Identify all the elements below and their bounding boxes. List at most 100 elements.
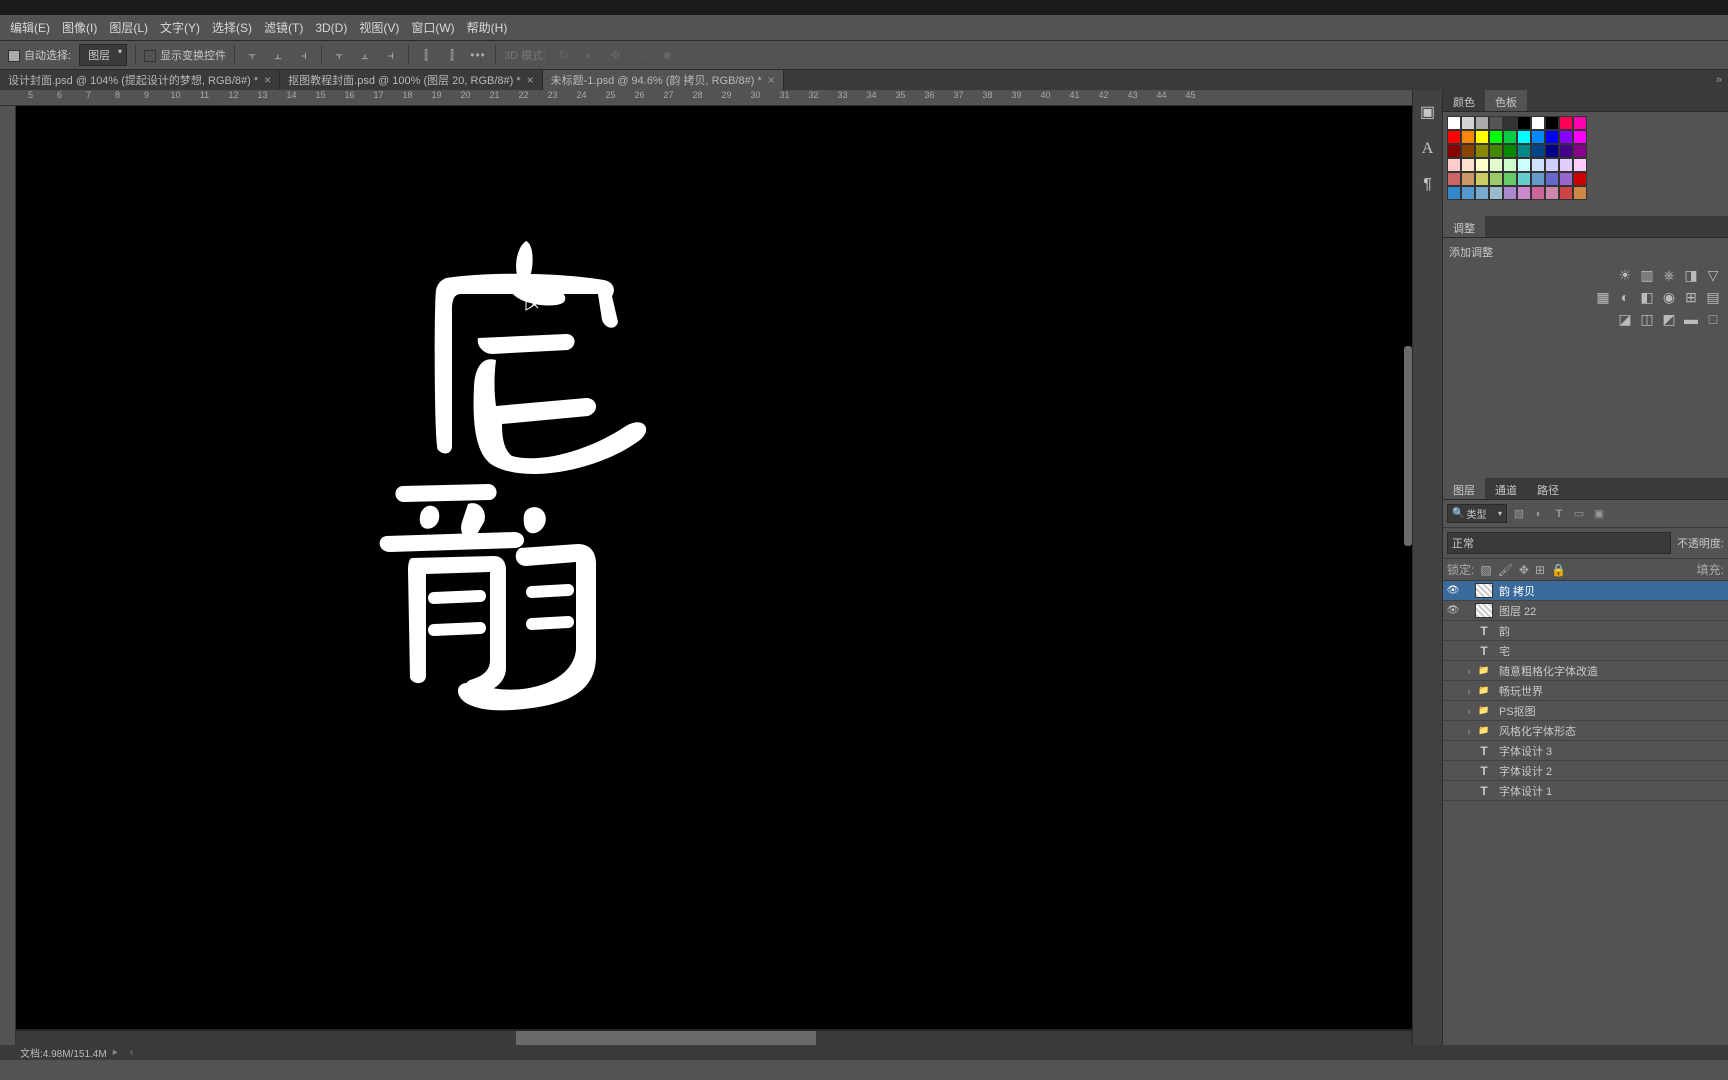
tab-1[interactable]: 抠图教程封面.psd @ 100% (图层 20, RGB/8#) *×: [280, 70, 542, 90]
swatch[interactable]: [1489, 172, 1503, 186]
swatch[interactable]: [1461, 130, 1475, 144]
close-icon[interactable]: ×: [527, 73, 534, 87]
swatch[interactable]: [1559, 130, 1573, 144]
swatch[interactable]: [1573, 130, 1587, 144]
tabs-menu-icon[interactable]: »: [1716, 74, 1728, 86]
adj-lookup-icon[interactable]: ▤: [1704, 288, 1722, 306]
layer-name[interactable]: 韵: [1499, 623, 1510, 639]
tab-2[interactable]: 未标题-1.psd @ 94.6% (韵 拷贝, RGB/8#) *×: [543, 70, 784, 90]
layer-thumbnail[interactable]: T: [1475, 743, 1493, 758]
layer-row[interactable]: T 字体设计 1: [1443, 781, 1728, 801]
character-panel-icon[interactable]: A: [1422, 140, 1434, 158]
lock-all-icon[interactable]: 🔒: [1551, 563, 1566, 577]
ruler-vertical[interactable]: [0, 106, 16, 1045]
align-bottom-icon[interactable]: ⫞: [382, 46, 400, 64]
ruler-horizontal[interactable]: 5678910111213141516171819202122232425262…: [0, 90, 1412, 106]
layer-name[interactable]: 畅玩世界: [1499, 683, 1543, 699]
filter-smart-icon[interactable]: ▣: [1591, 506, 1607, 522]
adj-balance-icon[interactable]: ◐: [1616, 288, 1634, 306]
adj-gradient-icon[interactable]: ▬: [1682, 310, 1700, 328]
swatch[interactable]: [1559, 186, 1573, 200]
menu-edit[interactable]: 编辑(E): [4, 19, 56, 36]
swatch[interactable]: [1447, 130, 1461, 144]
swatch[interactable]: [1447, 158, 1461, 172]
layer-name[interactable]: PS抠图: [1499, 703, 1536, 719]
menu-view[interactable]: 视图(V): [353, 19, 405, 36]
layer-thumbnail[interactable]: T: [1475, 623, 1493, 638]
swatch[interactable]: [1559, 116, 1573, 130]
swatch[interactable]: [1489, 130, 1503, 144]
swatch[interactable]: [1461, 172, 1475, 186]
swatch[interactable]: [1559, 144, 1573, 158]
swatch[interactable]: [1545, 172, 1559, 186]
adj-brightness-icon[interactable]: ☀: [1616, 266, 1634, 284]
visibility-icon[interactable]: 👁: [1443, 585, 1463, 596]
paragraph-panel-icon[interactable]: ¶: [1423, 176, 1432, 194]
swatch[interactable]: [1517, 186, 1531, 200]
swatch[interactable]: [1503, 116, 1517, 130]
swatch[interactable]: [1475, 144, 1489, 158]
layer-thumbnail[interactable]: T: [1475, 763, 1493, 778]
swatch[interactable]: [1517, 144, 1531, 158]
swatch[interactable]: [1573, 186, 1587, 200]
swatch[interactable]: [1531, 186, 1545, 200]
swatch[interactable]: [1517, 116, 1531, 130]
menu-window[interactable]: 窗口(W): [405, 19, 460, 36]
adj-bw-icon[interactable]: ◧: [1638, 288, 1656, 306]
more-align-icon[interactable]: •••: [469, 46, 487, 64]
layer-row[interactable]: ›📁随意粗格化字体改造: [1443, 661, 1728, 681]
layer-row[interactable]: T韵: [1443, 621, 1728, 641]
align-right-icon[interactable]: ⫞: [295, 46, 313, 64]
layer-thumbnail[interactable]: [1475, 603, 1493, 618]
filter-adjust-icon[interactable]: ◐: [1531, 506, 1547, 522]
layer-name[interactable]: 字体设计 1: [1499, 783, 1552, 799]
adj-levels-icon[interactable]: ▥: [1638, 266, 1656, 284]
layer-row[interactable]: 👁韵 拷贝: [1443, 581, 1728, 601]
swatch[interactable]: [1517, 172, 1531, 186]
align-vcenter-icon[interactable]: ⫠: [356, 46, 374, 64]
tab-layers[interactable]: 图层: [1443, 478, 1485, 499]
swatch[interactable]: [1531, 172, 1545, 186]
horizontal-scrollbar[interactable]: [16, 1031, 1412, 1045]
layer-name[interactable]: 图层 22: [1499, 603, 1536, 619]
layer-thumbnail[interactable]: T: [1475, 783, 1493, 798]
swatch[interactable]: [1545, 186, 1559, 200]
layer-name[interactable]: 随意粗格化字体改造: [1499, 663, 1598, 679]
layer-row[interactable]: T字体设计 3: [1443, 741, 1728, 761]
swatch[interactable]: [1559, 158, 1573, 172]
vertical-scrollbar[interactable]: [1404, 106, 1412, 1029]
tab-0[interactable]: 设计封面.psd @ 104% (提起设计的梦想, RGB/8#) *×: [0, 70, 280, 90]
swatch[interactable]: [1503, 158, 1517, 172]
swatch[interactable]: [1517, 130, 1531, 144]
layer-thumbnail[interactable]: 📁: [1475, 703, 1493, 718]
swatch[interactable]: [1475, 158, 1489, 172]
layer-thumbnail[interactable]: T: [1475, 643, 1493, 658]
tab-swatches[interactable]: 色板: [1485, 90, 1527, 111]
swatch[interactable]: [1503, 130, 1517, 144]
menu-select[interactable]: 选择(S): [206, 19, 258, 36]
menu-layer[interactable]: 图层(L): [103, 19, 154, 36]
layer-row[interactable]: T宅: [1443, 641, 1728, 661]
swatch[interactable]: [1545, 130, 1559, 144]
adj-threshold-icon[interactable]: ◩: [1660, 310, 1678, 328]
adj-selective-icon[interactable]: □: [1704, 310, 1722, 328]
menu-image[interactable]: 图像(I): [56, 19, 103, 36]
swatch[interactable]: [1503, 172, 1517, 186]
swatch[interactable]: [1573, 158, 1587, 172]
filter-type-icon[interactable]: T: [1551, 506, 1567, 522]
close-icon[interactable]: ×: [264, 73, 271, 87]
layer-row[interactable]: ›📁PS抠图: [1443, 701, 1728, 721]
adj-invert-icon[interactable]: ◪: [1616, 310, 1634, 328]
menu-help[interactable]: 帮助(H): [461, 19, 514, 36]
swatch[interactable]: [1503, 144, 1517, 158]
swatch[interactable]: [1475, 130, 1489, 144]
swatch[interactable]: [1489, 116, 1503, 130]
swatch[interactable]: [1489, 186, 1503, 200]
canvas[interactable]: [16, 106, 1412, 1029]
transform-checkbox[interactable]: [144, 50, 156, 62]
tab-paths[interactable]: 路径: [1527, 478, 1569, 499]
swatch[interactable]: [1531, 130, 1545, 144]
lock-move-icon[interactable]: ✥: [1519, 563, 1529, 577]
swatch[interactable]: [1447, 172, 1461, 186]
swatch[interactable]: [1573, 144, 1587, 158]
